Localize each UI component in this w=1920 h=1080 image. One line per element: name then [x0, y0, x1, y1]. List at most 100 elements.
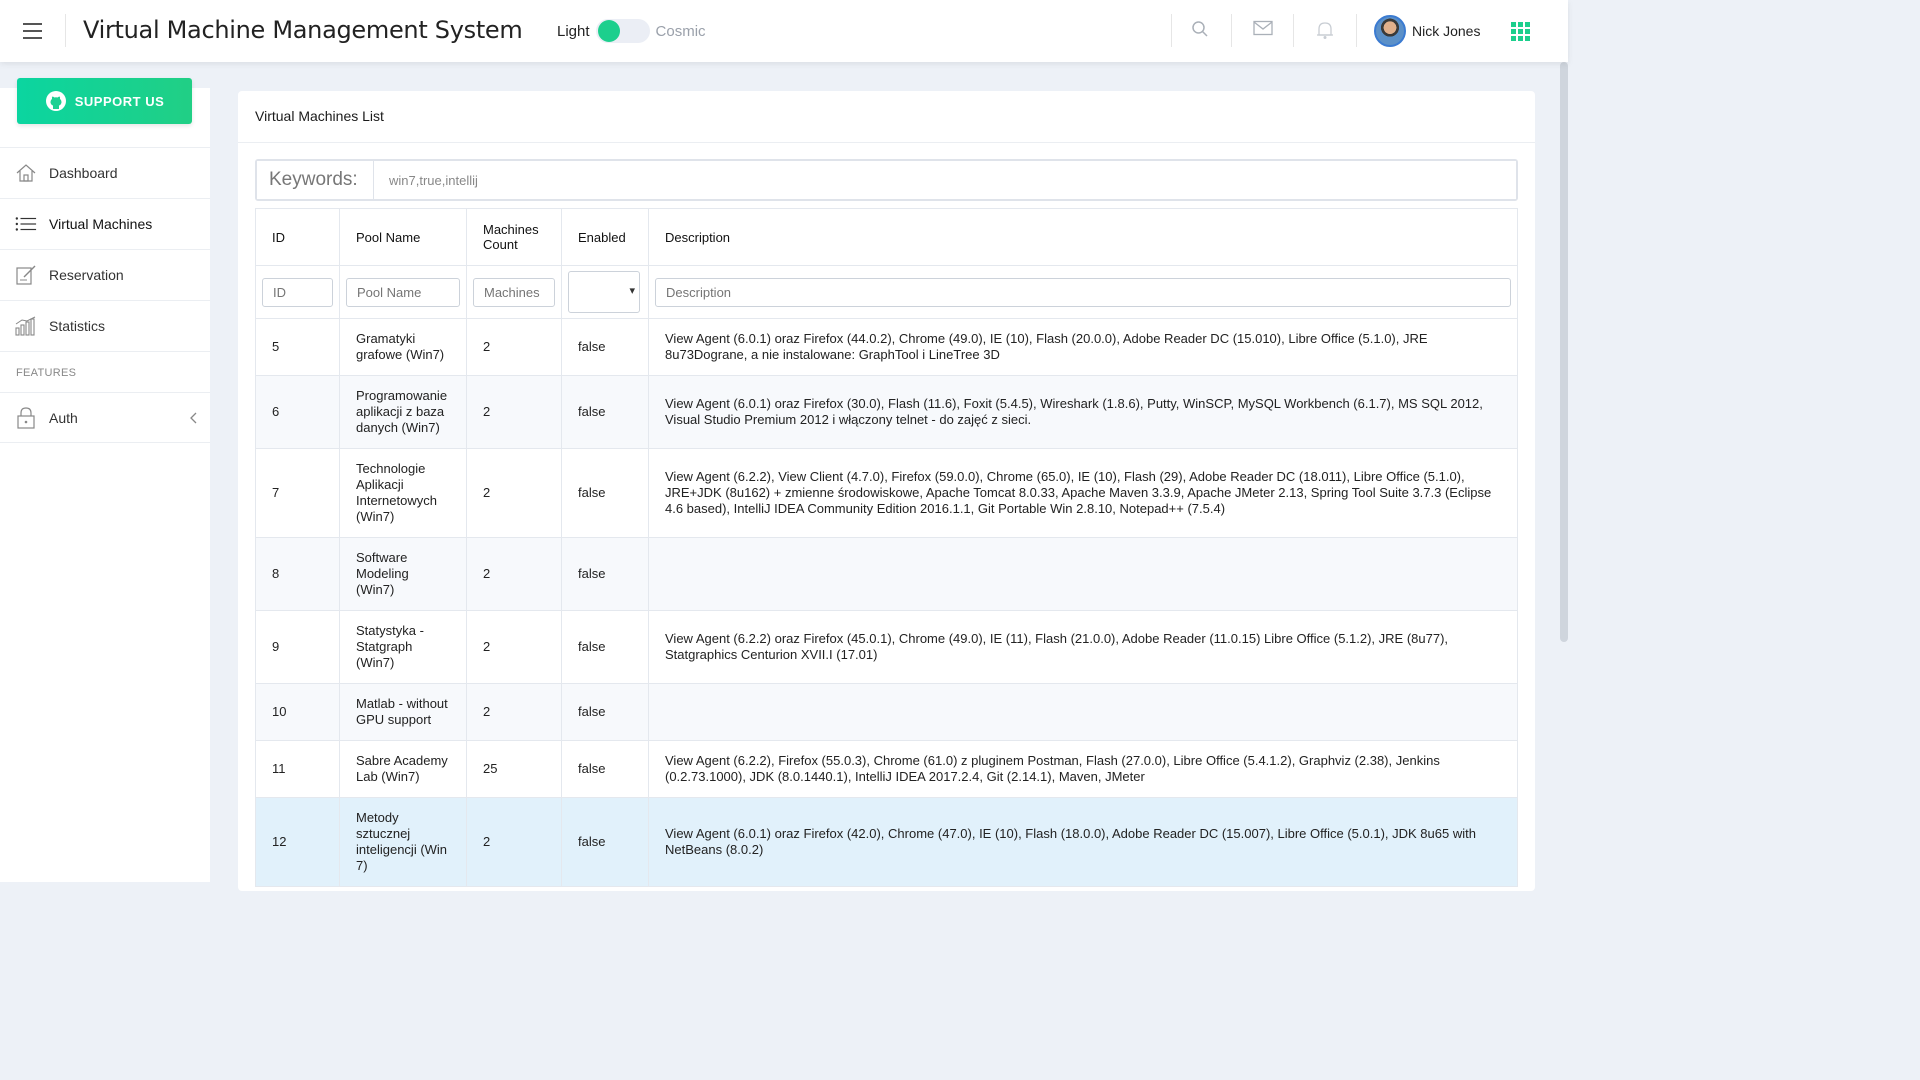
theme-toggle[interactable] [595, 19, 650, 43]
sidebar-item-statistics[interactable]: Statistics [0, 300, 210, 351]
table-row[interactable]: 10 Matlab - without GPU support 2 false [255, 683, 1518, 741]
cell-machines-count: 2 [466, 448, 562, 538]
pool-name-filter-input[interactable] [346, 277, 460, 307]
cell-machines-count: 2 [466, 610, 562, 684]
keywords-input[interactable] [374, 161, 1516, 199]
sidebar-menu: Dashboard Virtual Machines Reservation S… [0, 147, 210, 443]
column-header-id[interactable]: ID [255, 208, 340, 266]
keywords-label: Keywords: [257, 161, 374, 199]
sidebar-item-label: Statistics [49, 318, 106, 334]
header-divider [1231, 14, 1232, 47]
cell-machines-count: 2 [466, 797, 562, 887]
table-row[interactable]: 12 Metody sztucznej inteligencji (Win 7) 2… [255, 797, 1518, 887]
app-title: Virtual Machine Management System [83, 16, 523, 44]
mail-icon[interactable] [1253, 20, 1273, 40]
enabled-filter-select[interactable] [568, 271, 640, 313]
apps-grid-icon[interactable] [1511, 22, 1530, 41]
header-divider [1356, 14, 1357, 47]
cell-machines-count: 2 [466, 537, 562, 611]
cell-id: 8 [255, 537, 340, 611]
cell-enabled: false [561, 610, 649, 684]
table-row[interactable]: 9 Statystyka - Statgraph (Win7) 2 false View… [255, 610, 1518, 684]
cell-description: View Agent (6.2.2) oraz Firefox (45.0.1)… [648, 610, 1518, 684]
sidebar-item-dashboard[interactable]: Dashboard [0, 147, 210, 198]
vm-list-card: Virtual Machines List Keywords: ID Pool … [238, 91, 1535, 891]
card-divider [238, 142, 1535, 143]
support-us-button[interactable]: SUPPORT US [17, 78, 192, 124]
cell-machines-count: 25 [466, 740, 562, 798]
cell-enabled: false [561, 683, 649, 741]
cell-pool-name: Metody sztucznej inteligencji (Win 7) [339, 797, 467, 887]
cell-machines-count: 2 [466, 375, 562, 449]
cell-description: View Agent (6.0.1) oraz Firefox (42.0), … [648, 797, 1518, 887]
cell-id: 12 [255, 797, 340, 887]
sidebar: SUPPORT US Dashboard Virtual Machines Re… [0, 78, 210, 882]
table-row[interactable]: 11 Sabre Academy Lab (Win7) 25 false View Ag… [255, 740, 1518, 798]
cell-enabled: false [561, 740, 649, 798]
header-divider [65, 14, 66, 47]
cell-enabled: false [561, 797, 649, 887]
github-icon [45, 91, 66, 111]
table-row[interactable]: 6 Programowanie aplikacji z baza danych (… [255, 375, 1518, 449]
table-row[interactable]: 5 Gramatyki grafowe (Win7) 2 false View Agen… [255, 318, 1518, 376]
table-row[interactable]: 7 Technologie Aplikacji Internetowych (Wi… [255, 448, 1518, 538]
cell-id: 6 [255, 375, 340, 449]
card-title: Virtual Machines List [255, 108, 384, 124]
keywords-search: Keywords: [255, 159, 1518, 201]
user-name: Nick Jones [1412, 23, 1481, 39]
column-header-machines-count[interactable]: Machines Count [466, 208, 562, 266]
cell-pool-name: Sabre Academy Lab (Win7) [339, 740, 467, 798]
bar-chart-icon [15, 315, 37, 337]
menu-toggle-icon[interactable] [23, 23, 42, 39]
column-header-description[interactable]: Description [648, 208, 1518, 266]
list-icon [15, 213, 37, 235]
description-filter-input[interactable] [655, 277, 1511, 307]
theme-switch: Light Cosmic [557, 19, 706, 43]
cell-description: View Agent (6.0.1) oraz Firefox (44.0.2)… [648, 318, 1518, 376]
id-filter-input[interactable] [262, 277, 333, 307]
header-divider [1171, 14, 1172, 47]
sidebar-item-virtual-machines[interactable]: Virtual Machines [0, 198, 210, 249]
cell-description: View Agent (6.2.2), Firefox (55.0.3), Ch… [648, 740, 1518, 798]
cell-id: 11 [255, 740, 340, 798]
cell-enabled: false [561, 318, 649, 376]
table-row[interactable]: 8 Software Modeling (Win7) 2 false [255, 537, 1518, 611]
chevron-left-icon [190, 411, 197, 427]
cell-pool-name: Software Modeling (Win7) [339, 537, 467, 611]
machines-filter-input[interactable] [473, 277, 555, 307]
lock-icon [15, 406, 37, 429]
column-header-pool-name[interactable]: Pool Name [339, 208, 467, 266]
column-header-enabled[interactable]: Enabled [561, 208, 649, 266]
sidebar-item-reservation[interactable]: Reservation [0, 249, 210, 300]
header-divider [1293, 14, 1294, 47]
sidebar-item-label: Auth [49, 409, 78, 426]
sidebar-item-label: Dashboard [49, 165, 118, 181]
cell-machines-count: 2 [466, 683, 562, 741]
cell-id: 9 [255, 610, 340, 684]
cell-description: View Agent (6.2.2), View Client (4.7.0),… [648, 448, 1518, 538]
table-header-row: ID Pool Name Machines Count Enabled Desc… [255, 208, 1518, 266]
cell-description [648, 683, 1518, 741]
cell-id: 7 [255, 448, 340, 538]
cell-pool-name: Gramatyki grafowe (Win7) [339, 318, 467, 376]
user-menu[interactable]: Nick Jones [1374, 15, 1480, 47]
sidebar-item-auth[interactable]: Auth [0, 392, 210, 443]
cell-id: 5 [255, 318, 340, 376]
avatar [1374, 15, 1406, 47]
bell-icon[interactable] [1316, 20, 1336, 40]
sidebar-group-features: FEATURES [0, 351, 210, 392]
search-icon[interactable] [1191, 20, 1211, 40]
edit-icon [15, 264, 37, 286]
home-icon [15, 162, 37, 184]
cell-pool-name: Statystyka - Statgraph (Win7) [339, 610, 467, 684]
cell-description [648, 537, 1518, 611]
toggle-knob [597, 20, 620, 42]
scrollbar-thumb[interactable] [1560, 62, 1568, 642]
cell-enabled: false [561, 537, 649, 611]
sidebar-item-label: Reservation [49, 267, 124, 283]
cell-pool-name: Technologie Aplikacji Internetowych (Win… [339, 448, 467, 538]
cell-id: 10 [255, 683, 340, 741]
cell-pool-name: Matlab - without GPU support [339, 683, 467, 741]
cell-machines-count: 2 [466, 318, 562, 376]
cell-pool-name: Programowanie aplikacji z baza danych (W… [339, 375, 467, 449]
